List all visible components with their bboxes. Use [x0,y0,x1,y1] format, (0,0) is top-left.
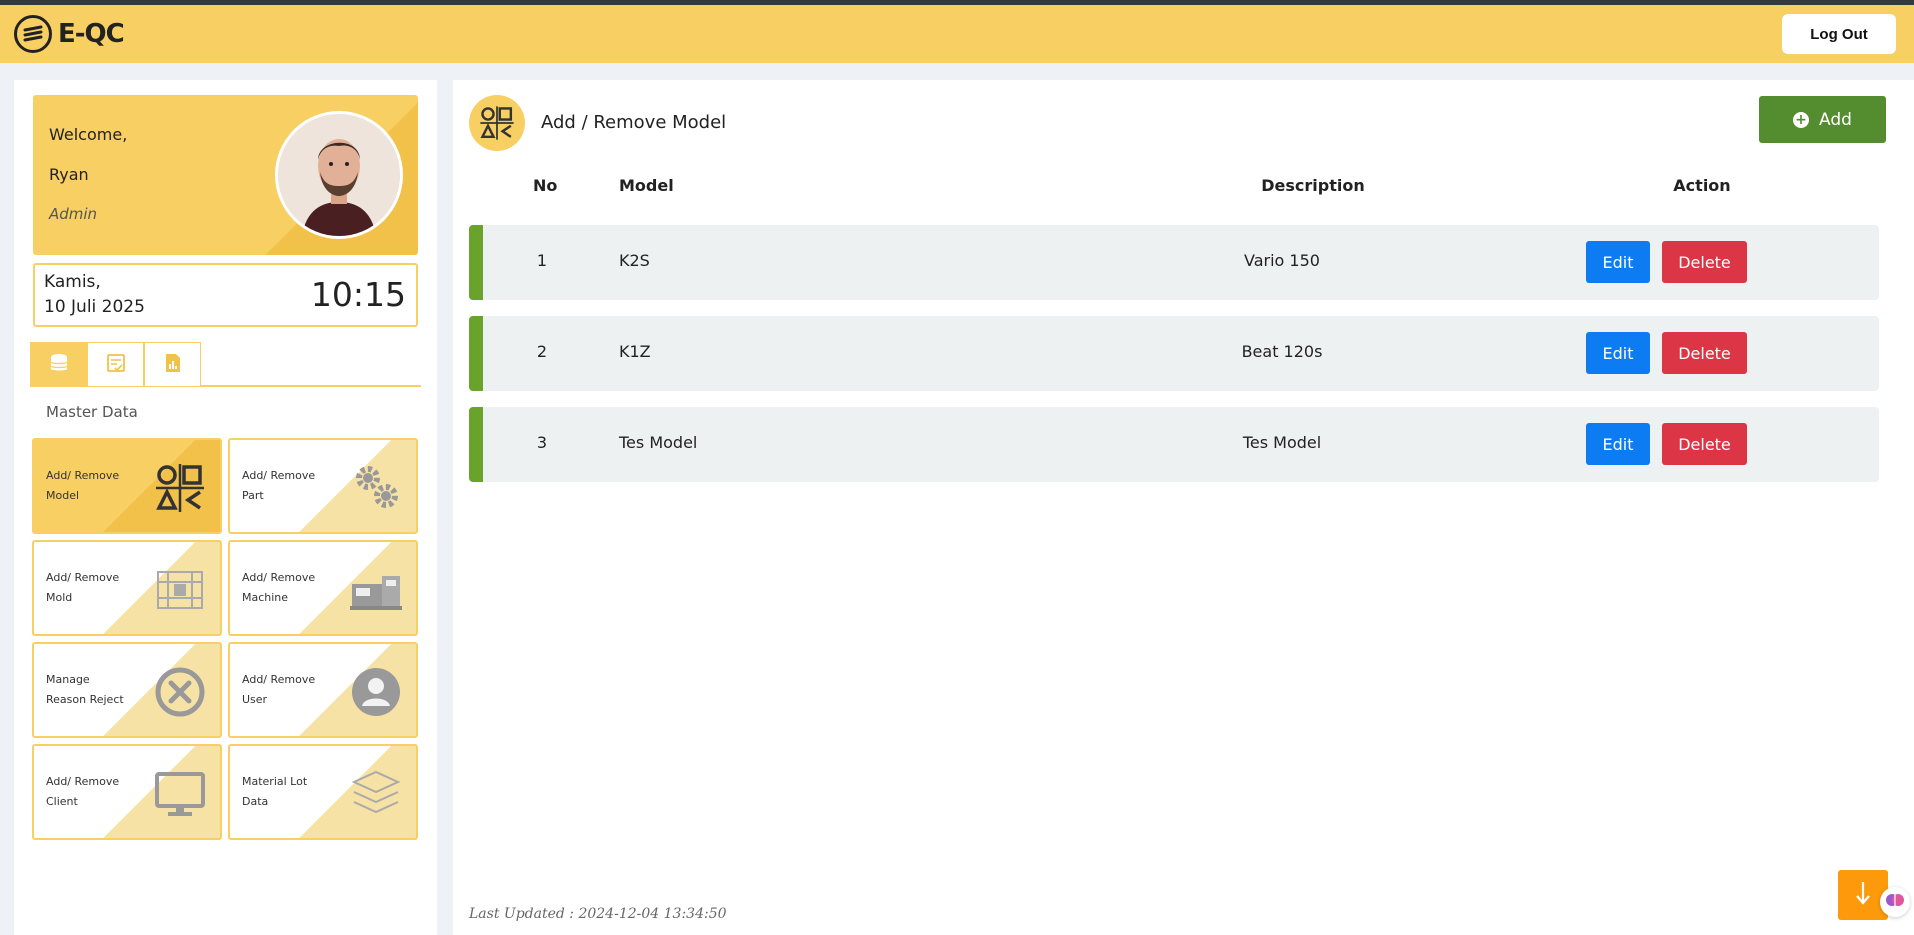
menu-tile-material-lot[interactable]: Material Lot Data [228,744,418,840]
logo-icon [14,15,52,53]
tab-master-data[interactable] [30,342,87,386]
menu-tile-user[interactable]: Add/ Remove User [228,642,418,738]
tile-label: Material Lot Data [242,775,308,808]
delete-button[interactable]: Delete [1662,332,1747,374]
user-name: Ryan [49,165,89,184]
user-role: Admin [49,205,98,223]
tile-label: Add/ Remove Mold [46,571,120,604]
menu-tile-client[interactable]: Add/ Remove Client [32,744,222,840]
date-time-panel: Kamis, 10 Juli 2025 10:15 [33,263,418,327]
welcome-card: Welcome, Ryan Admin [33,95,418,255]
row-marker [469,407,483,482]
row-description: Tes Model [1242,433,1322,452]
clock-time: 10:15 [310,275,406,314]
row-marker [469,316,483,391]
tile-label: Add/ Remove Client [46,775,120,808]
column-header-action: Action [1673,176,1731,195]
page-title: Add / Remove Model [541,112,727,133]
sidebar-tabs [30,342,421,387]
row-model: Tes Model [619,433,698,452]
column-header-model: Model [619,176,674,195]
row-model: K2S [619,251,650,270]
checklist-icon [105,352,127,378]
table-row: 1 K2S Vario 150 Edit Delete [469,225,1879,300]
welcome-greeting: Welcome, [49,125,128,144]
model-shapes-icon [154,462,206,514]
row-no: 2 [536,342,548,361]
delete-button[interactable]: Delete [1662,241,1747,283]
monitor-icon [154,768,206,820]
reject-icon [154,666,206,718]
row-description: Vario 150 [1244,251,1320,270]
edit-button[interactable]: Edit [1586,241,1650,283]
tile-label: Manage Reason Reject [46,673,124,706]
column-header-description: Description [1261,176,1365,195]
user-icon [350,666,402,718]
menu-tile-part[interactable]: Add/ Remove Part [228,438,418,534]
sidebar: Welcome, Ryan Admin Kamis, 10 Juli 2025 … [14,80,437,935]
arrow-down-icon [1854,880,1872,910]
avatar [275,111,403,239]
add-button-label: Add [1819,109,1852,130]
date-label: 10 Juli 2025 [44,297,145,317]
delete-button[interactable]: Delete [1662,423,1747,465]
row-description: Beat 120s [1241,342,1323,361]
menu-tile-mold[interactable]: Add/ Remove Mold [32,540,222,636]
tile-label: Add/ Remove Model [46,469,120,502]
table-row: 2 K1Z Beat 120s Edit Delete [469,316,1879,391]
edit-button[interactable]: Edit [1586,332,1650,374]
app-name: E-QC [58,19,125,49]
brain-icon [1885,890,1905,914]
app-header: E-QC Log Out [0,5,1914,63]
logout-button[interactable]: Log Out [1782,14,1896,54]
day-label: Kamis, [44,272,101,292]
assistant-button[interactable] [1880,887,1910,917]
mold-icon [154,564,206,616]
machine-icon [350,564,402,616]
row-marker [469,225,483,300]
section-title: Master Data [46,403,138,421]
menu-tile-reason-reject[interactable]: Manage Reason Reject [32,642,222,738]
menu-tile-model[interactable]: Add/ Remove Model [32,438,222,534]
tile-label: Add/ Remove User [242,673,316,706]
row-no: 3 [536,433,548,452]
menu-tile-machine[interactable]: Add/ Remove Machine [228,540,418,636]
tab-checklist[interactable] [87,342,144,386]
tab-report[interactable] [144,342,201,386]
add-model-button[interactable]: + Add [1759,96,1886,143]
last-updated: Last Updated : 2024-12-04 13:34:50 [469,906,727,922]
tile-label: Add/ Remove Part [242,469,316,502]
row-model: K1Z [619,342,651,361]
tile-label: Add/ Remove Machine [242,571,316,604]
layers-icon [350,768,402,820]
report-icon [162,352,184,378]
model-shapes-icon [469,95,525,151]
edit-button[interactable]: Edit [1586,423,1650,465]
app-logo[interactable]: E-QC [14,15,125,53]
database-icon [48,352,70,378]
row-no: 1 [536,251,548,270]
plus-circle-icon: + [1793,111,1810,128]
table-row: 3 Tes Model Tes Model Edit Delete [469,407,1879,482]
gears-icon [350,462,402,514]
main-panel: Add / Remove Model + Add No Model Descri… [453,80,1914,935]
column-header-no: No [533,176,558,195]
